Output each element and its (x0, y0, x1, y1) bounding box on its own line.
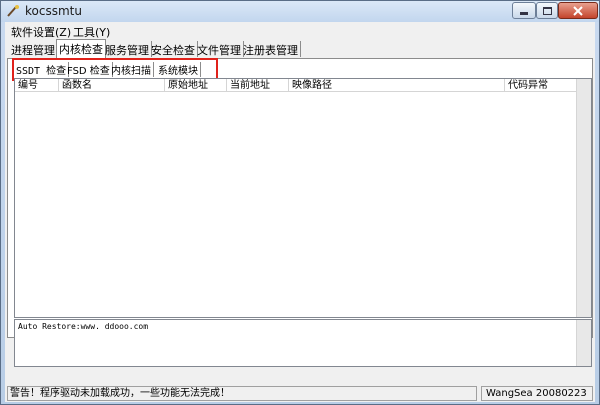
maximize-button[interactable] (536, 2, 558, 19)
list-header: 编号 函数名 原始地址 当前地址 映像路径 代码异常 (15, 79, 577, 92)
subtab-kernel-scan[interactable]: 内核扫描 (109, 62, 154, 77)
tab-service[interactable]: 服务管理 (103, 41, 152, 57)
col-image-path[interactable]: 映像路径 (289, 79, 505, 92)
close-button[interactable] (558, 2, 598, 19)
subtab-ssdt[interactable]: SSDT 检查 (14, 62, 70, 77)
log-scrollbar[interactable] (576, 320, 591, 366)
window-title: kocssmtu (25, 4, 82, 18)
col-original-address[interactable]: 原始地址 (165, 79, 227, 92)
menu-tools[interactable]: 工具(Y) (73, 24, 110, 40)
menu-settings[interactable]: 软件设置(Z) (11, 24, 71, 40)
tab-kernel[interactable]: 内核检查 (56, 39, 106, 58)
col-function[interactable]: 函数名 (59, 79, 165, 92)
tab-security[interactable]: 安全检查 (149, 41, 198, 57)
minimize-button[interactable] (512, 2, 536, 19)
wand-icon (7, 5, 19, 17)
tab-registry[interactable]: 注册表管理 (241, 41, 301, 57)
col-current-address[interactable]: 当前地址 (227, 79, 289, 92)
client-area: 软件设置(Z) 工具(Y) 进程管理 内核检查 服务管理 安全检查 文件管理 注… (5, 22, 595, 402)
maximize-icon (542, 6, 552, 15)
list-body (15, 93, 577, 317)
menu-bar: 软件设置(Z) 工具(Y) (5, 22, 595, 40)
main-tabs: 进程管理 内核检查 服务管理 安全检查 文件管理 注册表管理 (5, 39, 595, 59)
list-scrollbar[interactable] (576, 79, 591, 317)
status-message: 警告！程序驱动未加载成功，一些功能无法完成！ (7, 386, 477, 401)
subtab-system-modules[interactable]: 系统模块 (156, 62, 201, 77)
subtab-fsd[interactable]: FSD 检查 (65, 62, 113, 77)
tab-process[interactable]: 进程管理 (9, 41, 58, 57)
status-bar: 警告！程序驱动未加载成功，一些功能无法完成！ WangSea 20080223 (5, 385, 595, 402)
log-box[interactable]: Auto Restore:www. ddooo.com (14, 319, 592, 367)
app-window: kocssmtu 软件设置(Z) 工具(Y) 进程管理 内核检查 服务管理 安全… (0, 0, 600, 405)
tab-file[interactable]: 文件管理 (195, 41, 244, 57)
col-code-anomaly[interactable]: 代码异常 (505, 79, 577, 92)
col-number[interactable]: 编号 (15, 79, 59, 92)
status-version: WangSea 20080223 (481, 386, 593, 401)
minimize-icon (520, 12, 528, 15)
log-text: Auto Restore:www. ddooo.com (18, 322, 149, 331)
close-icon (573, 5, 583, 16)
title-bar[interactable]: kocssmtu (1, 1, 599, 22)
ssdt-list[interactable]: 编号 函数名 原始地址 当前地址 映像路径 代码异常 (14, 78, 592, 318)
